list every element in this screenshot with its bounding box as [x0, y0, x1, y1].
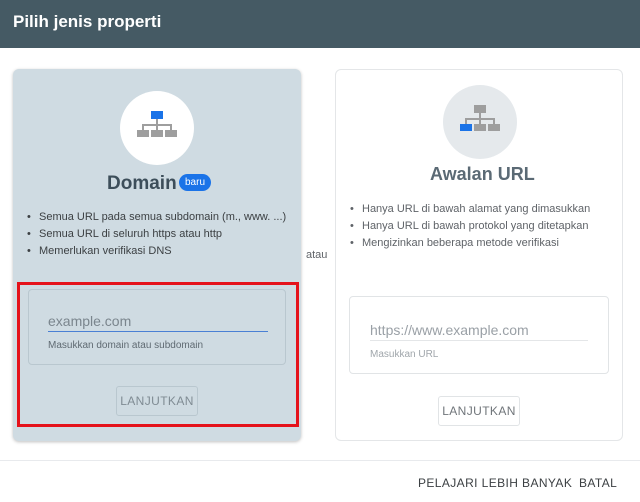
- domain-feature-list: Semua URL pada semua subdomain (m., www.…: [25, 209, 287, 260]
- dialog-title: Pilih jenis properti: [13, 12, 162, 31]
- url-input[interactable]: [370, 319, 588, 341]
- list-item: Mengizinkan beberapa metode verifikasi: [348, 235, 610, 252]
- url-prefix-feature-list: Hanya URL di bawah alamat yang dimasukka…: [348, 201, 610, 252]
- learn-more-button[interactable]: PELAJARI LEBIH BANYAK: [418, 476, 572, 490]
- dialog-header: Pilih jenis properti: [0, 0, 640, 48]
- list-item: Semua URL di seluruh https atau http: [25, 226, 287, 243]
- domain-icon-circle: [120, 91, 194, 165]
- highlight-annotation-box: [17, 282, 299, 427]
- url-prefix-continue-button[interactable]: LANJUTKAN: [438, 396, 520, 426]
- cancel-button[interactable]: BATAL: [579, 476, 617, 490]
- url-input-helper: Masukkan URL: [370, 349, 439, 360]
- url-prefix-icon-circle: [443, 85, 517, 159]
- list-item: Semua URL pada semua subdomain (m., www.…: [25, 209, 287, 226]
- url-input-box: Masukkan URL: [349, 296, 609, 374]
- list-item: Hanya URL di bawah alamat yang dimasukka…: [348, 201, 610, 218]
- or-separator: atau: [306, 249, 328, 261]
- domain-card-title: Domain: [107, 173, 177, 194]
- new-badge: baru: [179, 174, 212, 191]
- url-prefix-property-card[interactable]: Awalan URL Hanya URL di bawah alamat yan…: [335, 69, 623, 441]
- sitemap-icon: [460, 105, 500, 131]
- list-item: Hanya URL di bawah protokol yang ditetap…: [348, 218, 610, 235]
- footer-divider: [0, 460, 640, 461]
- list-item: Memerlukan verifikasi DNS: [25, 243, 287, 260]
- url-prefix-card-title: Awalan URL: [430, 164, 535, 184]
- sitemap-icon: [137, 111, 177, 137]
